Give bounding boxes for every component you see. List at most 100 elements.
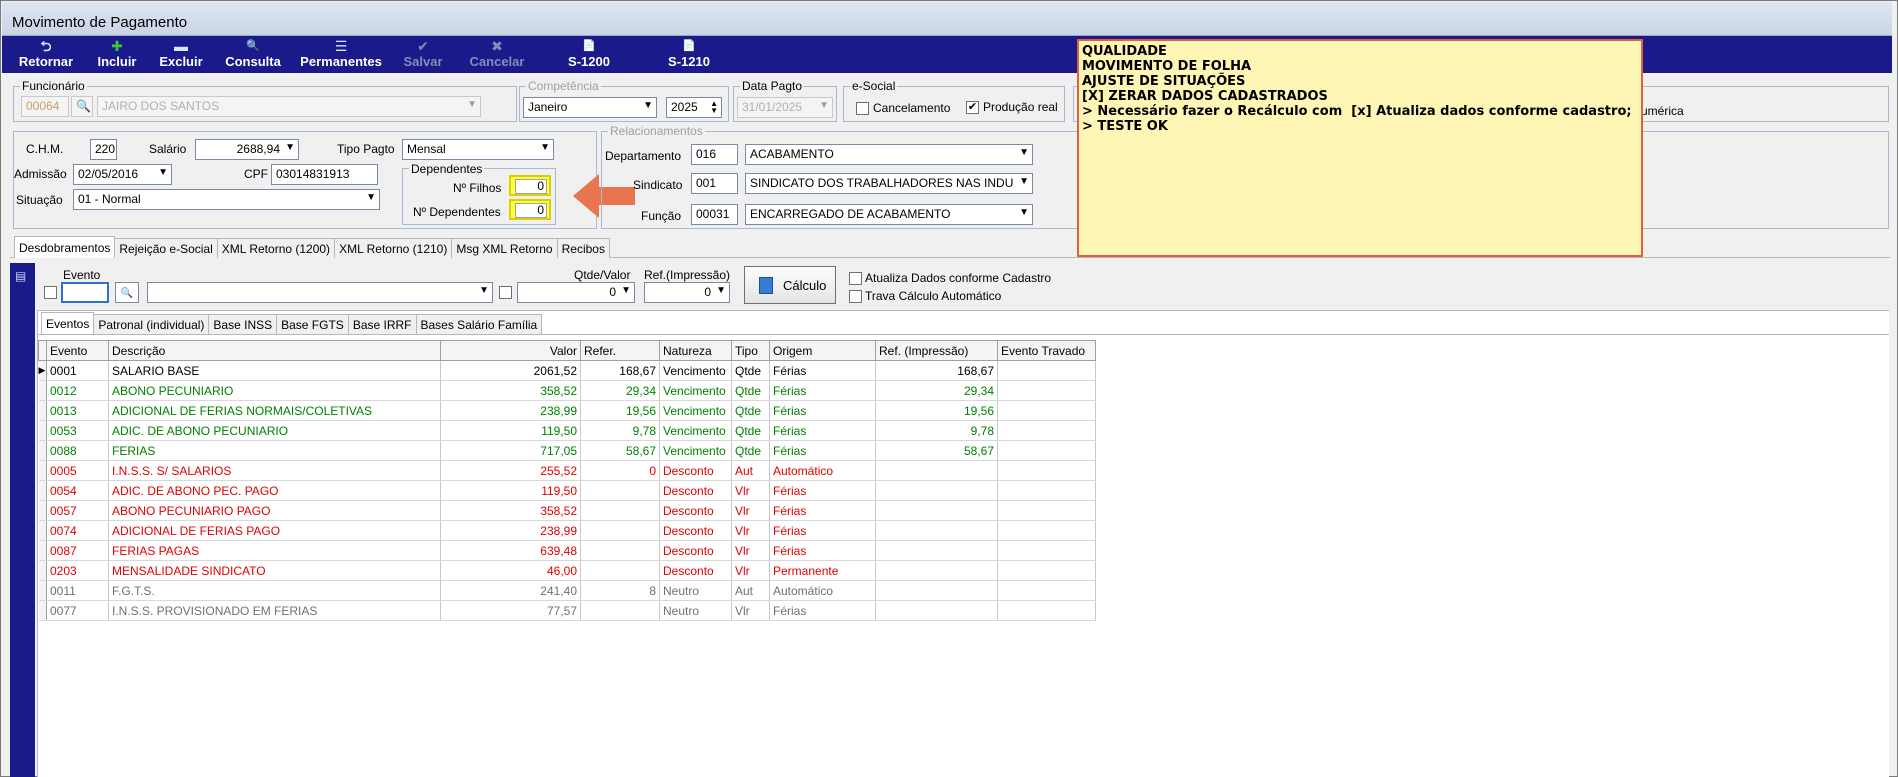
competencia-ano-spinner[interactable]: 2025 ▲ ▼ xyxy=(666,97,722,118)
consulta-button[interactable]: 🔍 Consulta xyxy=(220,38,286,72)
permanentes-button[interactable]: ☰ Permanentes xyxy=(296,38,386,72)
incluir-button[interactable]: ✚ Incluir xyxy=(92,38,142,72)
ref-impressao-field[interactable]: 0 ▼ xyxy=(644,282,730,303)
evento-cell: 0054 xyxy=(46,480,109,501)
producao-real-checkbox[interactable]: ✔ xyxy=(966,101,979,114)
admissao-field[interactable]: 02/05/2016 ▼ xyxy=(73,164,172,185)
origem-cell: Férias xyxy=(769,440,876,461)
evento-input[interactable] xyxy=(61,282,109,303)
tab-bases-salario-familia[interactable]: Bases Salário Família xyxy=(415,314,543,334)
evento-travado-cell xyxy=(997,360,1096,381)
col-ref-impressao[interactable]: Ref. (Impressão) xyxy=(875,340,998,361)
evento-cell: 0011 xyxy=(46,580,109,601)
funcao-select[interactable]: ENCARREGADO DE ACABAMENTO ▼ xyxy=(745,204,1033,225)
funcionario-search-button[interactable]: 🔍 xyxy=(71,96,93,117)
table-row[interactable]: 0074 ADICIONAL DE FERIAS PAGO 238,99 Descon… xyxy=(38,520,1096,541)
tipo-cell: Vlr xyxy=(731,500,770,521)
s1200-button[interactable]: 📄 S-1200 xyxy=(562,38,616,72)
tab-xml-retorno-1210[interactable]: XML Retorno (1210) xyxy=(334,238,453,258)
chm-field[interactable]: 220 xyxy=(90,139,117,160)
close-icon: ✖ xyxy=(491,38,503,54)
col-evento[interactable]: Evento xyxy=(46,340,109,361)
trava-calculo-checkbox[interactable] xyxy=(849,290,862,303)
filhos-field[interactable]: 0 xyxy=(509,175,551,196)
valor-cell: 358,52 xyxy=(440,380,581,401)
tab-eventos[interactable]: Eventos xyxy=(41,312,95,334)
tipo-pagto-select[interactable]: Mensal ▼ xyxy=(402,139,554,160)
sindicato-select[interactable]: SINDICATO DOS TRABALHADORES NAS INDU ▼ xyxy=(745,173,1033,194)
col-valor[interactable]: Valor xyxy=(440,340,581,361)
evento-travado-cell xyxy=(997,500,1096,521)
qtde-checkbox[interactable] xyxy=(499,286,512,299)
col-evento-travado[interactable]: Evento Travado xyxy=(997,340,1096,361)
col-tipo[interactable]: Tipo xyxy=(731,340,770,361)
calculo-button[interactable]: Cálculo xyxy=(744,266,836,304)
natureza-cell: Desconto xyxy=(659,500,732,521)
evento-cell: 0077 xyxy=(46,600,109,621)
tab-rejeicao-esocial[interactable]: Rejeição e-Social xyxy=(114,238,218,258)
sindicato-code-field[interactable]: 001 xyxy=(691,173,738,194)
descricao-cell: ADICIONAL DE FERIAS PAGO xyxy=(108,520,441,541)
atualiza-dados-checkbox[interactable] xyxy=(849,272,862,285)
table-row[interactable]: 0203 MENSALIDADE SINDICATO 46,00 Desconto Vl… xyxy=(38,560,1096,581)
competencia-mes-select[interactable]: Janeiro ▼ xyxy=(523,97,657,118)
table-row[interactable]: 0013 ADICIONAL DE FERIAS NORMAIS/COLETIVA… xyxy=(38,400,1096,421)
funcionario-code-field[interactable]: 00064 xyxy=(21,96,69,117)
tab-desdobramentos[interactable]: Desdobramentos xyxy=(14,236,116,258)
ref-impressao-cell: 168,67 xyxy=(875,360,998,381)
cancelamento-checkbox[interactable] xyxy=(856,102,869,115)
col-origem[interactable]: Origem xyxy=(769,340,876,361)
natureza-cell: Vencimento xyxy=(659,440,732,461)
table-row[interactable]: 0011 F.G.T.S. 241,40 8 Neutro Aut Automático xyxy=(38,580,1096,601)
excluir-button[interactable]: ▬ Excluir xyxy=(154,38,208,72)
tab-base-fgts[interactable]: Base FGTS xyxy=(276,314,349,334)
tab-patronal[interactable]: Patronal (individual) xyxy=(93,314,210,334)
evento-travado-cell xyxy=(997,480,1096,501)
departamento-code-field[interactable]: 016 xyxy=(691,144,738,165)
col-descricao[interactable]: Descrição xyxy=(108,340,441,361)
retornar-button[interactable]: ⮌ Retornar xyxy=(14,38,78,72)
evento-description-select[interactable]: ▼ xyxy=(147,282,493,303)
salvar-button[interactable]: ✔ Salvar xyxy=(400,38,446,72)
tab-recibos[interactable]: Recibos xyxy=(556,238,610,258)
cpf-field[interactable]: 03014831913 xyxy=(271,164,378,185)
funcionario-name-select[interactable]: JAIRO DOS SANTOS ▼ xyxy=(97,96,481,117)
table-row[interactable]: 0087 FERIAS PAGAS 639,48 Desconto Vlr Férias xyxy=(38,540,1096,561)
relacionamentos-legend: Relacionamentos xyxy=(608,124,705,138)
cancelar-button[interactable]: ✖ Cancelar xyxy=(466,38,528,72)
s1210-button[interactable]: 📄 S-1210 xyxy=(662,38,716,72)
table-row[interactable]: 0012 ABONO PECUNIARIO 358,52 29,34 Venciment… xyxy=(38,380,1096,401)
table-row[interactable]: 0054 ADIC. DE ABONO PEC. PAGO 119,50 Descon… xyxy=(38,480,1096,501)
situacao-select[interactable]: 01 - Normal ▼ xyxy=(73,189,380,210)
tab-base-irrf[interactable]: Base IRRF xyxy=(347,314,417,334)
funcao-code-field[interactable]: 00031 xyxy=(691,204,738,225)
ref-impressao-cell: 58,67 xyxy=(875,440,998,461)
evento-travado-cell xyxy=(997,580,1096,601)
table-row[interactable]: ▶ 0001 SALARIO BASE 2061,52 168,67 Vencimento… xyxy=(38,360,1096,381)
col-natureza[interactable]: Natureza xyxy=(659,340,732,361)
data-pagto-field[interactable]: 31/01/2025 ▼ xyxy=(737,97,833,118)
qtde-field[interactable]: 0 ▼ xyxy=(517,282,635,303)
tab-xml-retorno-1200[interactable]: XML Retorno (1200) xyxy=(216,238,336,258)
salario-field[interactable]: 2688,94 ▼ xyxy=(195,139,299,160)
natureza-cell: Vencimento xyxy=(659,420,732,441)
dependentes-field[interactable]: 0 xyxy=(509,199,551,220)
table-row[interactable]: 0077 I.N.S.S. PROVISIONADO EM FERIAS 77,57… xyxy=(38,600,1096,621)
evento-cell: 0001 xyxy=(46,360,109,381)
delete-icon[interactable]: ▤ xyxy=(15,269,26,283)
valor-cell: 119,50 xyxy=(440,480,581,501)
departamento-select[interactable]: ACABAMENTO ▼ xyxy=(745,144,1033,165)
tab-msg-xml-retorno[interactable]: Msg XML Retorno xyxy=(451,238,558,258)
evento-checkbox[interactable] xyxy=(44,286,57,299)
table-row[interactable]: 0057 ABONO PECUNIARIO PAGO 358,52 Desconto V… xyxy=(38,500,1096,521)
chevron-down-icon: ▼ xyxy=(643,100,653,111)
refer-cell: 9,78 xyxy=(580,420,660,441)
table-row[interactable]: 0005 I.N.S.S. S/ SALARIOS 255,52 0 Desconto A… xyxy=(38,460,1096,481)
table-row[interactable]: 0088 FERIAS 717,05 58,67 Vencimento Qtde Féria… xyxy=(38,440,1096,461)
sub-tabs: Eventos Patronal (individual) Base INSS … xyxy=(41,312,543,334)
tab-base-inss[interactable]: Base INSS xyxy=(208,314,278,334)
evento-search-button[interactable]: 🔍 xyxy=(115,282,139,303)
table-row[interactable]: 0053 ADIC. DE ABONO PECUNIARIO 119,50 9,78 V… xyxy=(38,420,1096,441)
data-pagto-value: 31/01/2025 xyxy=(742,100,803,114)
col-refer[interactable]: Refer. xyxy=(580,340,660,361)
